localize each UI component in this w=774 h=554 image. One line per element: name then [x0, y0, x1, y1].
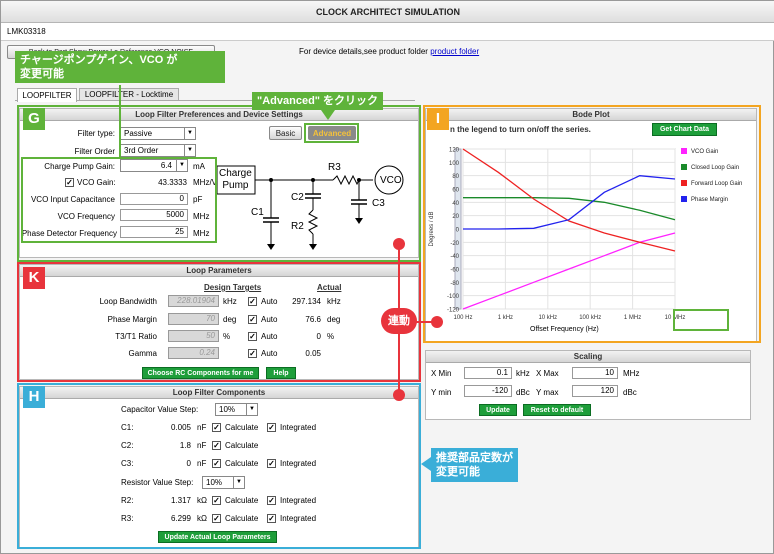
link-dot-top: [393, 238, 405, 250]
tab-loopfilter[interactable]: LOOPFILTER: [17, 88, 77, 102]
g-badge: G: [23, 108, 45, 130]
ymin-input[interactable]: -120: [464, 385, 512, 397]
ymin-label: Y min: [431, 388, 452, 397]
reset-default-button[interactable]: Reset to default: [523, 404, 591, 416]
g-inner-highlight: [21, 157, 217, 243]
advanced-callout-arrow: [321, 110, 335, 120]
app-title: CLOCK ARCHITECT SIMULATION: [1, 1, 774, 23]
i-badge: I: [427, 108, 449, 130]
g-callout-connector: [119, 85, 121, 157]
h-badge: H: [23, 386, 45, 408]
h-highlight: [17, 383, 421, 549]
scaling-title: Scaling: [426, 351, 750, 363]
h-callout: 推奨部品定数が 変更可能: [431, 448, 518, 482]
advanced-callout: "Advanced" をクリック: [252, 92, 384, 110]
k-highlight: [17, 262, 421, 382]
details-text: For device details,see product folder pr…: [299, 47, 480, 56]
i-highlight: [423, 105, 761, 343]
xmax-label: X Max: [536, 369, 559, 378]
xmax-unit: MHz: [623, 369, 640, 378]
xmax-input[interactable]: 10: [572, 367, 618, 379]
scaling-update-button[interactable]: Update: [479, 404, 517, 416]
ymax-label: Y max: [536, 388, 559, 397]
app-window: CLOCK ARCHITECT SIMULATION LMK03318 Back…: [0, 0, 774, 554]
k-badge: K: [23, 267, 45, 289]
xmin-label: X Min: [431, 369, 452, 378]
part-tab-bar: LMK03318: [1, 23, 774, 41]
ymax-input[interactable]: 120: [572, 385, 618, 397]
link-badge: 連動: [381, 308, 417, 334]
ymax-unit: dBc: [623, 388, 637, 397]
ymin-unit: dBc: [516, 388, 530, 397]
advanced-highlight: [304, 123, 359, 143]
xmax-highlight: [673, 309, 729, 331]
product-folder-link[interactable]: product folder: [430, 47, 479, 56]
tab-loopfilter-locktime[interactable]: LOOPFILTER - Locktime: [79, 88, 179, 101]
link-dot-bottom: [393, 389, 405, 401]
xmin-unit: kHz: [516, 369, 530, 378]
part-tab[interactable]: LMK03318: [7, 27, 46, 36]
g-callout: チャージポンプゲイン、VCO が 変更可能: [15, 51, 225, 83]
link-dot-right: [431, 316, 443, 328]
xmin-input[interactable]: 0.1: [464, 367, 512, 379]
h-callout-arrow: [421, 457, 431, 471]
